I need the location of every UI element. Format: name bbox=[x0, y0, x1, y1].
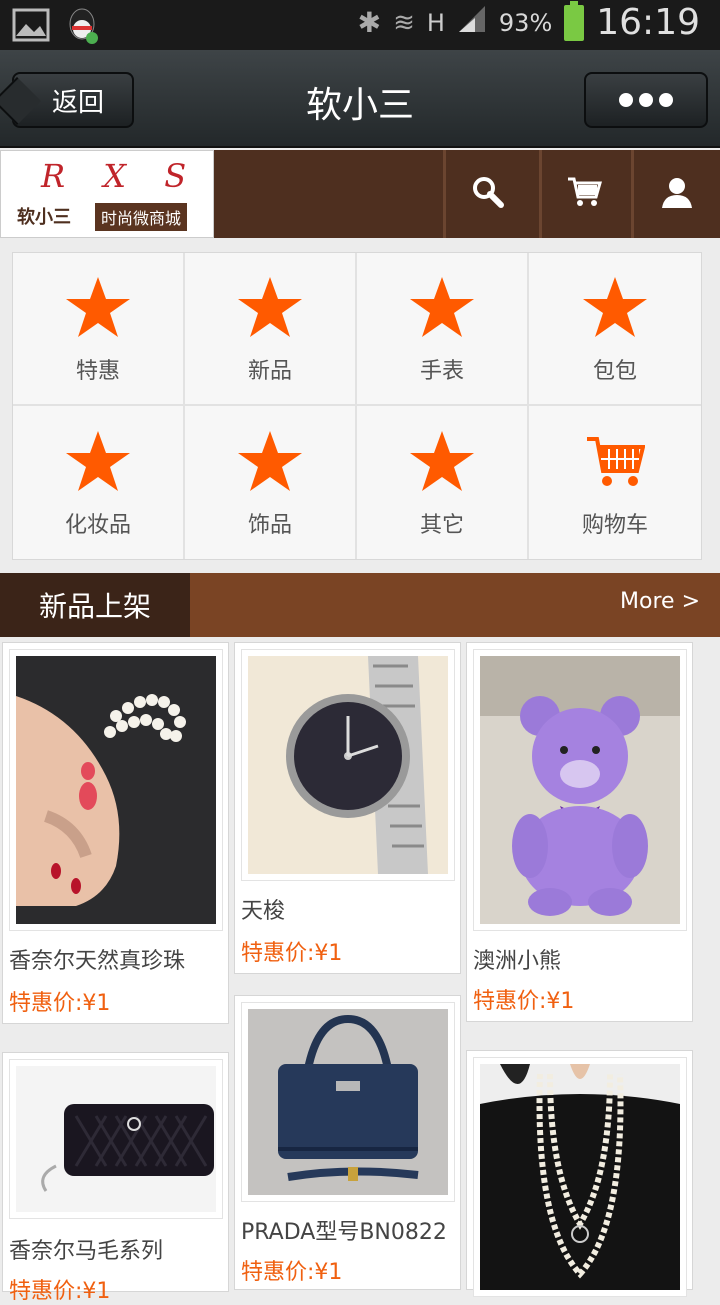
product-price: 特惠价:¥1 bbox=[241, 941, 343, 966]
blue-handbag-image bbox=[248, 1009, 448, 1195]
battery-icon bbox=[564, 0, 585, 41]
category-7[interactable]: 购物车 bbox=[529, 406, 701, 559]
product-image bbox=[241, 1002, 455, 1202]
product-card[interactable] bbox=[466, 1050, 693, 1297]
category-4[interactable]: 化妆品 bbox=[13, 406, 185, 559]
profile-button[interactable] bbox=[631, 150, 720, 238]
category-label: 化妆品 bbox=[64, 512, 131, 538]
star-icon bbox=[63, 427, 133, 497]
star-icon bbox=[407, 427, 477, 497]
product-image bbox=[241, 649, 455, 881]
category-label: 其它 bbox=[419, 512, 464, 538]
category-label: 手表 bbox=[419, 358, 464, 384]
product-card[interactable]: 天梭 特惠价:¥1 bbox=[234, 642, 461, 974]
star-icon bbox=[235, 273, 305, 343]
product-price: 特惠价:¥1 bbox=[473, 989, 575, 1014]
product-image bbox=[9, 1059, 223, 1219]
product-image bbox=[473, 649, 687, 931]
product-name: 香奈尔马毛系列 bbox=[9, 1239, 164, 1264]
new-arrivals-header: 新品上架 More > bbox=[0, 573, 720, 637]
black-wallet-image bbox=[16, 1066, 216, 1212]
signal-mute-icon: ≋ bbox=[393, 7, 415, 38]
product-name: 香奈尔天然真珍珠 bbox=[9, 949, 186, 974]
section-title: 新品上架 bbox=[0, 573, 190, 637]
watch-image bbox=[248, 656, 448, 874]
search-icon bbox=[471, 175, 505, 213]
network-type-icon: H bbox=[426, 8, 445, 37]
star-icon bbox=[580, 273, 650, 343]
shop-header: R X S 软小三 时尚微商城 bbox=[0, 150, 720, 238]
product-card[interactable]: 香奈尔马毛系列 特惠价:¥1 bbox=[2, 1052, 229, 1304]
status-bar: ✱ ≋ H 93% 16:19 bbox=[0, 0, 720, 50]
category-1[interactable]: 新品 bbox=[185, 253, 357, 406]
shop-logo[interactable]: R X S 软小三 时尚微商城 bbox=[0, 150, 214, 238]
category-label: 饰品 bbox=[247, 512, 292, 538]
product-name: PRADA型号BN0822 bbox=[241, 1220, 447, 1245]
category-2[interactable]: 手表 bbox=[357, 253, 529, 406]
logo-tag: 时尚微商城 bbox=[95, 203, 188, 231]
category-grid: 特惠 新品 手表 包包化妆品 饰品 其它 购物车 bbox=[12, 252, 702, 560]
bluetooth-icon: ✱ bbox=[357, 6, 382, 39]
logo-rxs: R X S bbox=[41, 157, 201, 195]
purple-bear-image bbox=[480, 656, 680, 924]
category-6[interactable]: 其它 bbox=[357, 406, 529, 559]
product-price: 特惠价:¥1 bbox=[9, 1279, 111, 1304]
star-icon bbox=[63, 273, 133, 343]
product-card[interactable]: 香奈尔天然真珍珠 特惠价:¥1 bbox=[2, 642, 229, 1024]
more-options-button[interactable] bbox=[584, 72, 708, 128]
category-label: 包包 bbox=[592, 358, 637, 384]
category-label: 新品 bbox=[247, 358, 292, 384]
product-price: 特惠价:¥1 bbox=[241, 1260, 343, 1285]
cell-signal-icon bbox=[457, 4, 487, 41]
star-icon bbox=[235, 427, 305, 497]
more-dot-icon bbox=[659, 93, 673, 107]
cart-button[interactable] bbox=[539, 150, 625, 238]
user-icon bbox=[660, 175, 694, 213]
gallery-icon bbox=[12, 8, 50, 46]
cart-icon bbox=[566, 175, 602, 213]
product-name: 天梭 bbox=[241, 899, 286, 924]
more-dot-icon bbox=[639, 93, 653, 107]
title-bar: 返回 软小三 bbox=[0, 50, 720, 148]
pearl-bracelet-image bbox=[16, 656, 216, 924]
qq-icon bbox=[64, 6, 100, 48]
category-3[interactable]: 包包 bbox=[529, 253, 701, 406]
category-label: 购物车 bbox=[581, 512, 648, 538]
logo-name: 软小三 bbox=[17, 207, 71, 228]
product-card[interactable]: 澳洲小熊 特惠价:¥1 bbox=[466, 642, 693, 1022]
category-label: 特惠 bbox=[75, 358, 120, 384]
back-label: 返回 bbox=[51, 87, 104, 118]
product-name: 澳洲小熊 bbox=[473, 949, 562, 974]
product-card[interactable]: PRADA型号BN0822 特惠价:¥1 bbox=[234, 995, 461, 1290]
cart-icon bbox=[580, 427, 650, 497]
product-image bbox=[473, 1057, 687, 1297]
category-0[interactable]: 特惠 bbox=[13, 253, 185, 406]
clock: 16:19 bbox=[596, 2, 700, 43]
more-link[interactable]: More > bbox=[620, 589, 700, 614]
product-image bbox=[9, 649, 223, 931]
more-dot-icon bbox=[619, 93, 633, 107]
category-5[interactable]: 饰品 bbox=[185, 406, 357, 559]
star-icon bbox=[407, 273, 477, 343]
search-button[interactable] bbox=[443, 150, 529, 238]
pearl-necklace-image bbox=[480, 1064, 680, 1290]
product-price: 特惠价:¥1 bbox=[9, 991, 111, 1016]
battery-percent: 93% bbox=[498, 8, 553, 37]
